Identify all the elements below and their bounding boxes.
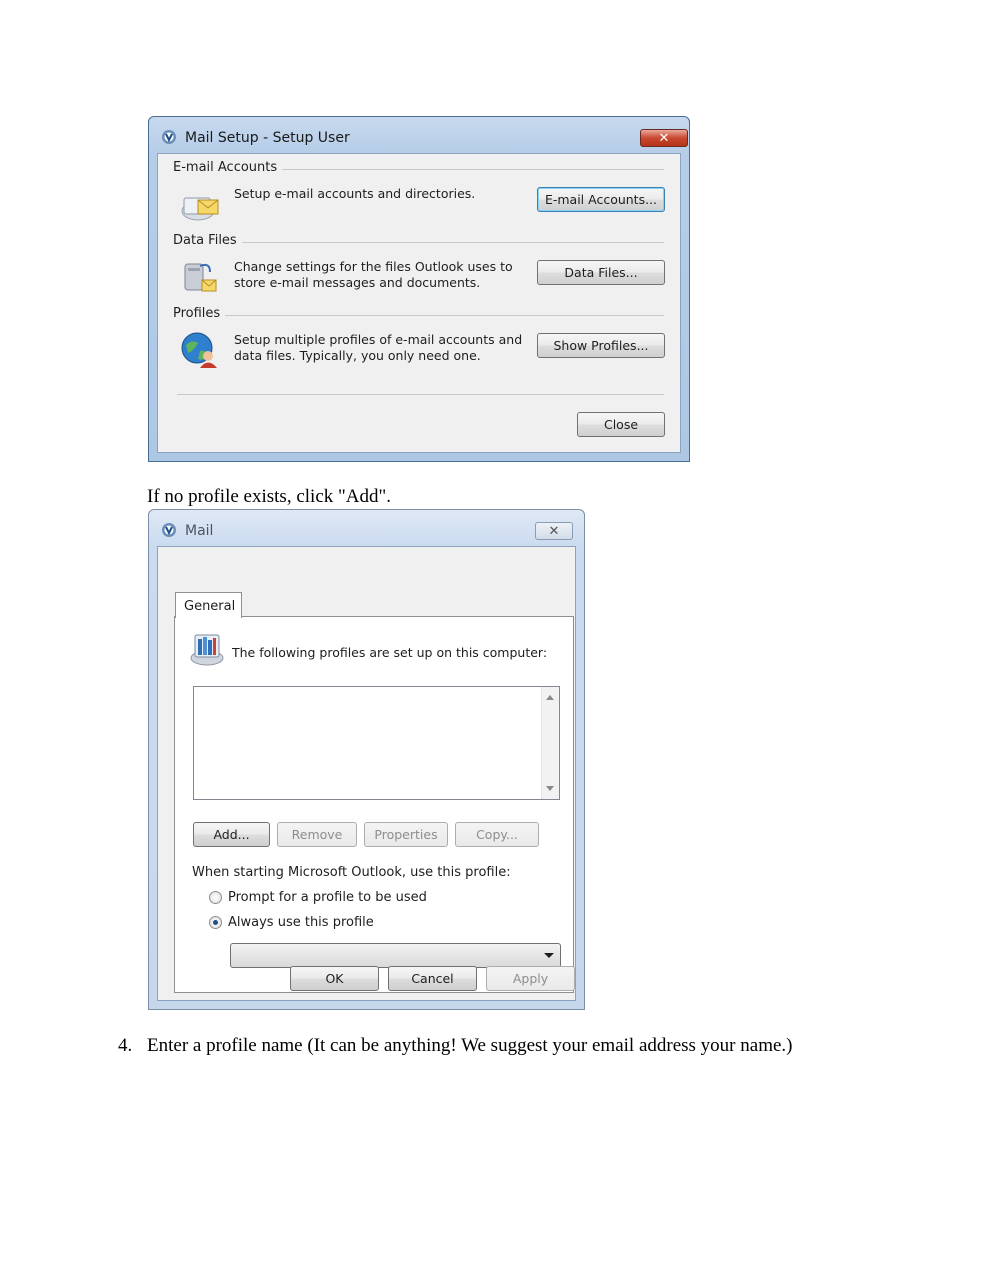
close-button[interactable]: Close [577, 412, 665, 437]
always-use-profile-radio[interactable] [209, 916, 222, 929]
profiles-listbox[interactable] [193, 686, 560, 800]
apply-button[interactable]: Apply [486, 966, 575, 991]
email-accounts-icon [181, 197, 219, 221]
copy-button[interactable]: Copy... [455, 822, 539, 847]
data-files-icon [184, 263, 217, 292]
prompt-profile-label: Prompt for a profile to be used [228, 890, 427, 905]
setup-client-area: E-mail Accounts Setup e-mail accounts an… [157, 153, 681, 453]
chevron-down-icon [544, 953, 554, 958]
mail-window: Mail ✕ General The following profiles ar… [148, 509, 585, 1010]
close-icon: ✕ [658, 130, 670, 146]
profiles-computer-icon [190, 634, 224, 666]
window-title: Mail [185, 523, 214, 539]
window-title: Mail Setup - Setup User [185, 130, 350, 146]
prompt-profile-radio[interactable] [209, 891, 222, 904]
close-window-button[interactable]: ✕ [640, 129, 688, 147]
step-text: Enter a profile name (It can be anything… [147, 1035, 793, 1056]
startup-profile-label: When starting Microsoft Outlook, use thi… [192, 865, 511, 880]
data-files-description: Change settings for the files Outlook us… [234, 259, 513, 290]
listbox-scrollbar[interactable] [541, 687, 559, 799]
email-accounts-button[interactable]: E-mail Accounts... [537, 187, 665, 212]
profiles-group-label: Profiles [173, 306, 226, 321]
divider [173, 315, 664, 316]
tab-general[interactable]: General [175, 592, 242, 618]
data-files-group-label: Data Files [173, 233, 242, 248]
scroll-up-icon[interactable] [546, 695, 554, 700]
profile-select[interactable] [230, 943, 561, 968]
mail-client-area: General The following profiles are set u… [157, 546, 576, 1001]
email-accounts-group-label: E-mail Accounts [173, 160, 283, 175]
always-use-profile-label: Always use this profile [228, 915, 374, 930]
divider [173, 242, 664, 243]
data-files-button[interactable]: Data Files... [537, 260, 665, 285]
general-tab-panel: The following profiles are set up on thi… [174, 616, 574, 993]
profiles-heading: The following profiles are set up on thi… [232, 645, 548, 660]
title-bar: Mail ✕ [149, 510, 584, 546]
ok-button[interactable]: OK [290, 966, 379, 991]
email-accounts-description: Setup e-mail accounts and directories. [234, 186, 476, 201]
close-window-button[interactable]: ✕ [535, 522, 573, 540]
show-profiles-button[interactable]: Show Profiles... [537, 333, 665, 358]
properties-button[interactable]: Properties [364, 822, 448, 847]
profiles-icon [181, 332, 217, 368]
mail-setup-window: Mail Setup - Setup User ✕ E-mail Account… [148, 116, 690, 462]
cancel-button[interactable]: Cancel [388, 966, 477, 991]
outlook-app-icon [162, 130, 176, 144]
caption-text: If no profile exists, click "Add". [147, 486, 391, 507]
remove-button[interactable]: Remove [277, 822, 357, 847]
scroll-down-icon[interactable] [546, 786, 554, 791]
profiles-description: Setup multiple profiles of e-mail accoun… [234, 332, 523, 363]
outlook-app-icon [162, 523, 176, 537]
title-bar: Mail Setup - Setup User ✕ [149, 117, 689, 153]
step-number: 4. [118, 1035, 133, 1056]
add-button[interactable]: Add... [193, 822, 270, 847]
divider [177, 394, 664, 395]
close-icon: ✕ [548, 523, 560, 539]
